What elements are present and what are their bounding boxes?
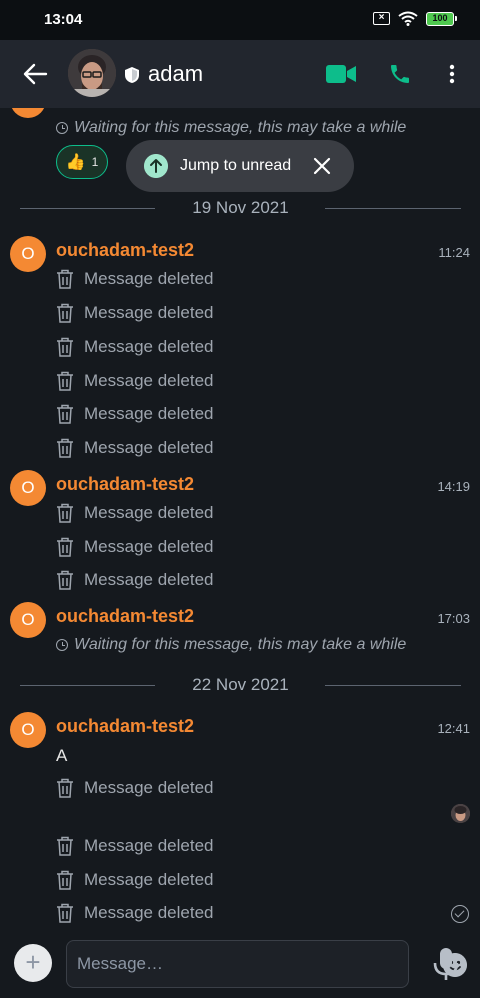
trash-icon xyxy=(57,570,73,590)
deleted-label: Message deleted xyxy=(84,570,214,589)
deleted-label: Message deleted xyxy=(84,503,214,522)
text-message[interactable]: A xyxy=(56,746,67,766)
timeline[interactable]: Waiting for this message, this may take … xyxy=(0,108,480,938)
status-time: 13:04 xyxy=(44,11,83,28)
deleted-label: Message deleted xyxy=(84,903,214,922)
jump-to-unread-button[interactable]: Jump to unread xyxy=(126,140,354,192)
date-divider: 22 Nov 2021 xyxy=(20,675,461,695)
deleted-message[interactable]: Message deleted xyxy=(56,870,213,890)
room-avatar[interactable] xyxy=(68,49,116,97)
trash-icon xyxy=(57,371,73,391)
sender-name[interactable]: ouchadam-test2 xyxy=(56,240,194,261)
deleted-message[interactable]: Message deleted xyxy=(56,537,213,557)
deleted-message[interactable]: Message deleted xyxy=(56,503,213,523)
reaction-count: 1 xyxy=(91,155,99,169)
battery-indicator: 100 xyxy=(426,11,457,26)
sender-name[interactable]: ouchadam-test2 xyxy=(56,474,194,495)
close-icon[interactable] xyxy=(312,156,332,176)
sender-name[interactable]: ouchadam-test2 xyxy=(56,716,194,737)
trash-icon xyxy=(57,903,73,923)
clock-icon xyxy=(56,122,68,134)
deleted-label: Message deleted xyxy=(84,778,214,797)
room-name[interactable]: adam xyxy=(148,61,203,87)
trash-icon xyxy=(57,836,73,856)
jump-label: Jump to unread xyxy=(180,157,292,174)
wifi-icon xyxy=(398,11,418,26)
trash-icon xyxy=(57,303,73,323)
trash-icon xyxy=(57,778,73,798)
status-icons: × 100 xyxy=(373,11,457,26)
trash-icon xyxy=(57,870,73,890)
check-circle-icon xyxy=(451,905,469,923)
deleted-label: Message deleted xyxy=(84,371,214,390)
arrow-up-icon xyxy=(144,154,168,178)
deleted-message[interactable]: Message deleted xyxy=(56,438,213,458)
composer: + xyxy=(0,938,480,998)
deleted-label: Message deleted xyxy=(84,303,214,322)
deleted-message[interactable]: Message deleted xyxy=(56,303,213,323)
deleted-message[interactable]: Message deleted xyxy=(56,404,213,424)
deleted-label: Message deleted xyxy=(84,836,214,855)
deleted-message[interactable]: Message deleted xyxy=(56,778,213,798)
waiting-message: Waiting for this message, this may take … xyxy=(56,636,406,654)
deleted-message[interactable]: Message deleted xyxy=(56,269,213,289)
sender-avatar[interactable] xyxy=(10,108,46,118)
shield-icon xyxy=(125,67,139,83)
deleted-label: Message deleted xyxy=(84,537,214,556)
reaction-chip[interactable]: 👍 1 xyxy=(56,145,108,179)
waiting-text: Waiting for this message, this may take … xyxy=(74,119,407,136)
message-time: 12:41 xyxy=(437,721,470,736)
status-bar: 13:04 × 100 xyxy=(0,0,480,40)
trash-icon xyxy=(57,337,73,357)
date-divider: 19 Nov 2021 xyxy=(20,198,461,218)
deleted-message[interactable]: Message deleted xyxy=(56,337,213,357)
trash-icon xyxy=(57,503,73,523)
sender-avatar[interactable]: O xyxy=(10,602,46,638)
waiting-text: Waiting for this message, this may take … xyxy=(74,636,407,653)
deleted-label: Message deleted xyxy=(84,870,214,889)
deleted-message[interactable]: Message deleted xyxy=(56,836,213,856)
microphone-icon[interactable] xyxy=(431,946,461,982)
sender-avatar[interactable]: O xyxy=(10,712,46,748)
deleted-label: Message deleted xyxy=(84,269,214,288)
trash-icon xyxy=(57,269,73,289)
no-sim-icon: × xyxy=(373,12,390,25)
room-header: adam xyxy=(0,40,480,108)
trash-icon xyxy=(57,537,73,557)
back-arrow-icon[interactable] xyxy=(22,62,48,86)
sender-name[interactable]: ouchadam-test2 xyxy=(56,606,194,627)
deleted-message[interactable]: Message deleted xyxy=(56,903,213,923)
phone-icon[interactable] xyxy=(388,62,412,86)
deleted-label: Message deleted xyxy=(84,404,214,423)
deleted-label: Message deleted xyxy=(84,438,214,457)
deleted-label: Message deleted xyxy=(84,337,214,356)
reaction-emoji: 👍 xyxy=(65,154,86,171)
message-time: 14:19 xyxy=(437,479,470,494)
message-input-container[interactable] xyxy=(66,940,467,988)
waiting-message: Waiting for this message, this may take … xyxy=(56,119,406,137)
message-time: 17:03 xyxy=(437,611,470,626)
clock-icon xyxy=(56,639,68,651)
message-input[interactable] xyxy=(77,951,367,977)
sender-avatar[interactable]: O xyxy=(10,470,46,506)
trash-icon xyxy=(57,438,73,458)
sender-avatar[interactable]: O xyxy=(10,236,46,272)
message-time: 11:24 xyxy=(438,245,470,260)
read-receipt-avatar[interactable] xyxy=(451,804,470,823)
plus-icon[interactable]: + xyxy=(14,944,52,982)
deleted-message[interactable]: Message deleted xyxy=(56,371,213,391)
deleted-message[interactable]: Message deleted xyxy=(56,570,213,590)
video-call-icon[interactable] xyxy=(325,64,357,84)
more-vertical-icon[interactable] xyxy=(444,62,460,86)
trash-icon xyxy=(57,404,73,424)
